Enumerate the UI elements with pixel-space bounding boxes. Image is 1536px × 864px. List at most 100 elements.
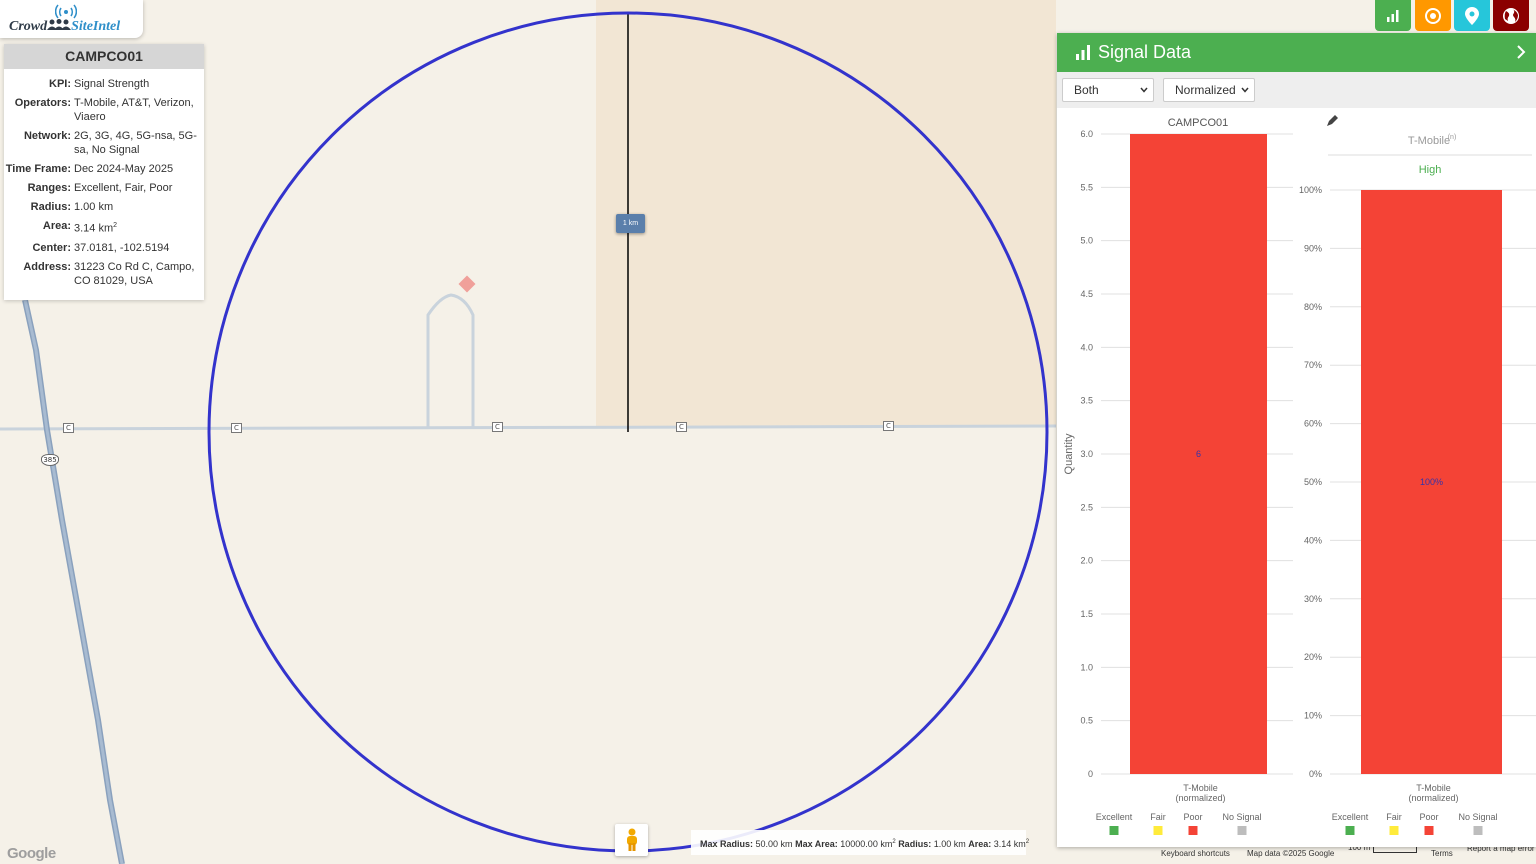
chevron-down-icon <box>1241 87 1249 93</box>
road-shield: C <box>883 421 894 431</box>
info-row: Address: 31223 Co Rd C, Campo, CO 81029, … <box>4 260 204 288</box>
radius-stats: Max Radius: 50.00 km Max Area: 10000.00 … <box>691 830 1029 855</box>
map-data-attribution: Map data ©2025 Google <box>1247 849 1335 858</box>
signal-data-button[interactable] <box>1375 0 1411 31</box>
info-key: KPI: <box>49 78 71 90</box>
legend-swatch <box>1188 826 1198 835</box>
legend-swatch <box>1109 826 1119 835</box>
coverage-globe-button[interactable] <box>1493 0 1529 31</box>
y-tick-label: 1.0 <box>1080 662 1093 672</box>
y-tick-label: 40% <box>1304 535 1322 545</box>
road-shield: C <box>492 422 503 432</box>
radius-tool-button[interactable] <box>1415 0 1451 31</box>
y-tick-label: 90% <box>1304 243 1322 253</box>
info-value: 1.00 km <box>74 201 114 213</box>
data-label: 6 <box>1196 449 1201 459</box>
logo-wordmark: Crowd SiteIntel <box>9 19 121 34</box>
crowd-icon <box>47 19 72 30</box>
radius-label[interactable]: 1 km <box>616 214 645 233</box>
y-tick-label: 0.5 <box>1080 716 1093 726</box>
site-marker[interactable] <box>458 275 476 293</box>
legend-label: Poor <box>1419 812 1438 822</box>
y-tick-label: 30% <box>1304 594 1322 604</box>
legend-swatch <box>1345 826 1355 835</box>
y-tick-label: 60% <box>1304 419 1322 429</box>
driveway <box>426 293 475 427</box>
y-tick-label: 2.0 <box>1080 556 1093 566</box>
info-key: Radius: <box>30 201 71 213</box>
legend-label: Fair <box>1150 812 1166 822</box>
info-value: Excellent, Fair, Poor <box>74 182 173 194</box>
legend-swatch <box>1237 826 1247 835</box>
y-tick-label: 2.5 <box>1080 502 1093 512</box>
y-tick-label: 3.0 <box>1080 449 1093 459</box>
y-tick-label: 3.5 <box>1080 396 1093 406</box>
chevron-down-icon <box>1140 87 1148 93</box>
y-tick-label: 4.5 <box>1080 289 1093 299</box>
highway-385-edge <box>23 299 124 864</box>
y-tick-label: 0% <box>1309 769 1322 779</box>
x-category-label: (normalized) <box>1175 793 1225 803</box>
info-key: Time Frame: <box>5 163 71 175</box>
keyboard-shortcuts-link[interactable]: Keyboard shortcuts <box>1161 846 1230 864</box>
broadcast-icon <box>55 4 77 19</box>
signal-data-panel: Signal Data Both Normalized 0 0.5 1.0 1.5 2.… <box>1057 33 1536 847</box>
location-button[interactable] <box>1454 0 1490 31</box>
signal-panel-title: Signal Data <box>1098 42 1192 62</box>
info-row: Network: 2G, 3G, 4G, 5G-nsa, 5G-sa, No Si… <box>4 129 204 157</box>
info-row: Area: 3.14 km2 <box>4 219 204 236</box>
info-value: 31223 Co Rd C, Campo, CO 81029, USA <box>74 260 195 287</box>
site-info-panel: CAMPCO01 KPI: Signal Strength Operators: T-… <box>4 44 204 300</box>
data-label: 100% <box>1420 477 1443 487</box>
y-tick-label: 20% <box>1304 652 1322 662</box>
map-pin-icon <box>1465 6 1479 25</box>
info-row: KPI: Signal Strength <box>4 77 204 91</box>
site-title: CAMPCO01 <box>4 44 204 69</box>
road-shield: C <box>676 422 687 432</box>
legend-swatch <box>1153 826 1163 835</box>
y-axis-label: Quantity <box>1063 433 1075 474</box>
legend-swatch <box>1473 826 1483 835</box>
y-tick-label: 5.0 <box>1080 236 1093 246</box>
info-key: Center: <box>32 241 71 254</box>
road-shield: C <box>231 423 242 433</box>
y-tick-label: 4.0 <box>1080 342 1093 352</box>
y-tick-label: 70% <box>1304 360 1322 370</box>
info-value: 37.0181, -102.5194 <box>74 241 170 254</box>
app-logo[interactable]: Crowd SiteIntel <box>0 0 143 38</box>
bar-chart-icon <box>1387 10 1399 22</box>
x-category-label: T-Mobile <box>1416 783 1451 793</box>
globe-icon <box>1503 7 1519 24</box>
info-key: Operators: <box>14 97 71 109</box>
info-key: Address: <box>23 260 71 273</box>
legend-label: Excellent <box>1332 812 1369 822</box>
legend-label: Poor <box>1183 812 1202 822</box>
info-value: Dec 2024-May 2025 <box>74 163 174 175</box>
terms-link[interactable]: Terms <box>1431 846 1453 864</box>
target-icon <box>1425 7 1441 24</box>
street-view-button[interactable] <box>615 824 648 856</box>
info-row: Operators: T-Mobile, AT&T, Verizon, Viaer… <box>4 96 204 124</box>
google-logo: Google <box>7 845 56 862</box>
chart-title: CAMPCO01 <box>1168 117 1229 129</box>
signal-panel-header: Signal Data <box>1057 33 1536 72</box>
y-tick-label: 10% <box>1304 711 1322 721</box>
y-tick-label: 80% <box>1304 302 1322 312</box>
operator-header: T-Mobile <box>1408 135 1450 147</box>
info-row: Center: 37.0181, -102.5194 <box>4 241 204 255</box>
site-info-table: KPI: Signal Strength Operators: T-Mobile, A… <box>4 69 204 288</box>
chevron-right-icon[interactable] <box>1516 44 1526 60</box>
normalization-select[interactable]: Normalized <box>1163 78 1255 102</box>
legend-label: No Signal <box>1458 812 1497 822</box>
y-tick-label: 50% <box>1304 477 1322 487</box>
operator-mode-select[interactable]: Both <box>1062 78 1154 102</box>
road-shield: C <box>63 423 74 433</box>
legend-swatch <box>1389 826 1399 835</box>
range-subheader: High <box>1419 164 1442 176</box>
y-tick-label: 1.5 <box>1080 609 1093 619</box>
pencil-icon[interactable] <box>1327 115 1338 126</box>
info-row: Radius: 1.00 km <box>4 200 204 214</box>
info-value: 2G, 3G, 4G, 5G-nsa, 5G-sa, No Signal <box>74 130 197 156</box>
legend-label: Fair <box>1386 812 1402 822</box>
bar-chart-icon <box>1076 45 1090 60</box>
